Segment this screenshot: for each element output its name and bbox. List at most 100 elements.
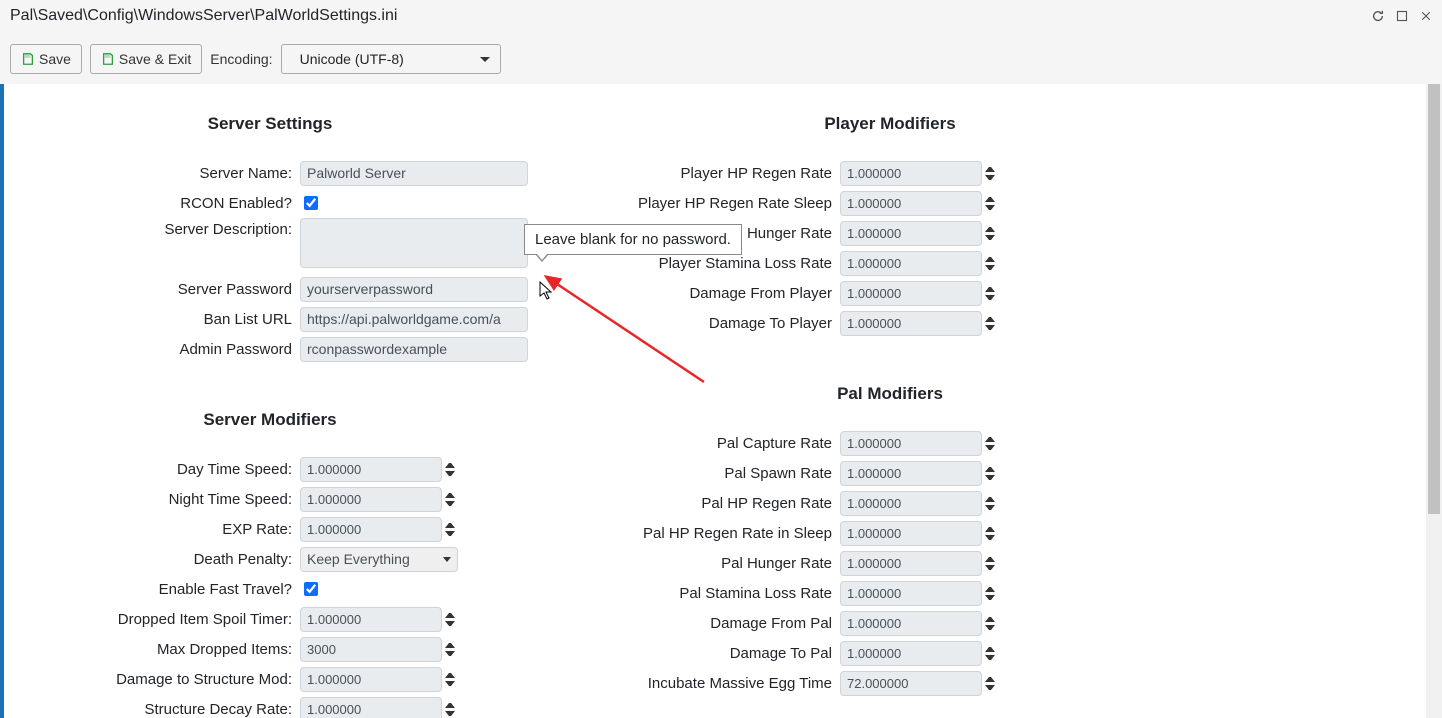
- stepper-down-icon[interactable]: [985, 565, 995, 574]
- stepper-down-icon[interactable]: [985, 685, 995, 694]
- stepper-down-icon[interactable]: [985, 505, 995, 514]
- server-description-label: Server Description:: [0, 218, 300, 238]
- save-button[interactable]: Save: [10, 44, 82, 74]
- pal-stamina-input[interactable]: [840, 581, 982, 606]
- stepper-down-icon[interactable]: [985, 595, 995, 604]
- dropped-spoil-input[interactable]: [300, 607, 442, 632]
- row-max-dropped: Max Dropped Items:: [0, 634, 540, 664]
- pal-hunger-input[interactable]: [840, 551, 982, 576]
- stepper-up-icon[interactable]: [985, 613, 995, 622]
- row-pal-spawn: Pal Spawn Rate: [620, 458, 1160, 488]
- close-icon[interactable]: [1418, 8, 1434, 24]
- stepper-down-icon[interactable]: [985, 475, 995, 484]
- dmg-from-pal-input[interactable]: [840, 611, 982, 636]
- server-description-input[interactable]: [300, 218, 528, 268]
- stepper-up-icon[interactable]: [985, 643, 995, 652]
- player-hp-regen-sleep-input[interactable]: [840, 191, 982, 216]
- stepper-down-icon[interactable]: [985, 205, 995, 214]
- stepper-up-icon[interactable]: [985, 553, 995, 562]
- stepper-down-icon[interactable]: [985, 535, 995, 544]
- stepper-up-icon[interactable]: [445, 699, 455, 708]
- stepper-up-icon[interactable]: [985, 463, 995, 472]
- stepper-up-icon[interactable]: [985, 673, 995, 682]
- stepper-up-icon[interactable]: [985, 433, 995, 442]
- scrollbar-thumb[interactable]: [1428, 84, 1440, 514]
- stepper-down-icon[interactable]: [445, 501, 455, 510]
- row-ban-list: Ban List URL: [0, 304, 540, 334]
- stepper-up-icon[interactable]: [445, 639, 455, 648]
- row-dmg-structure: Damage to Structure Mod:: [0, 664, 540, 694]
- player-modifiers-title: Player Modifiers: [620, 114, 1160, 134]
- tooltip-text: Leave blank for no password.: [535, 231, 731, 248]
- pal-hp-regen-sleep-input[interactable]: [840, 521, 982, 546]
- stepper-down-icon[interactable]: [985, 235, 995, 244]
- stepper-down-icon[interactable]: [445, 681, 455, 690]
- window-controls: [1370, 8, 1434, 24]
- day-time-input[interactable]: [300, 457, 442, 482]
- stepper-up-icon[interactable]: [445, 669, 455, 678]
- server-name-input[interactable]: [300, 161, 528, 186]
- player-hp-regen-input[interactable]: [840, 161, 982, 186]
- stepper-up-icon[interactable]: [445, 609, 455, 618]
- stepper-down-icon[interactable]: [445, 711, 455, 718]
- stepper-down-icon[interactable]: [445, 531, 455, 540]
- stepper-down-icon[interactable]: [985, 655, 995, 664]
- death-penalty-select[interactable]: Keep Everything: [300, 547, 458, 572]
- left-edge-accent: [0, 84, 4, 718]
- dmg-to-pal-input[interactable]: [840, 641, 982, 666]
- pal-hp-regen-input[interactable]: [840, 491, 982, 516]
- stepper-up-icon[interactable]: [985, 583, 995, 592]
- row-player-hp-regen: Player HP Regen Rate: [620, 158, 1160, 188]
- fast-travel-checkbox[interactable]: [304, 582, 318, 596]
- night-time-input[interactable]: [300, 487, 442, 512]
- stepper-down-icon[interactable]: [445, 621, 455, 630]
- maximize-icon[interactable]: [1394, 8, 1410, 24]
- max-dropped-input[interactable]: [300, 637, 442, 662]
- stepper-down-icon[interactable]: [985, 625, 995, 634]
- vertical-scrollbar[interactable]: [1426, 84, 1442, 718]
- encoding-select[interactable]: Unicode (UTF-8): [281, 44, 501, 74]
- dmg-to-player-input[interactable]: [840, 311, 982, 336]
- exp-rate-input[interactable]: [300, 517, 442, 542]
- pal-modifiers-title: Pal Modifiers: [620, 384, 1160, 404]
- incubate-input[interactable]: [840, 671, 982, 696]
- server-password-input[interactable]: [300, 277, 528, 302]
- stepper-up-icon[interactable]: [985, 523, 995, 532]
- stepper-up-icon[interactable]: [985, 193, 995, 202]
- dmg-structure-input[interactable]: [300, 667, 442, 692]
- stepper-down-icon[interactable]: [985, 325, 995, 334]
- pal-spawn-input[interactable]: [840, 461, 982, 486]
- stepper-up-icon[interactable]: [445, 519, 455, 528]
- stepper-up-icon[interactable]: [445, 459, 455, 468]
- dmg-from-player-input[interactable]: [840, 281, 982, 306]
- player-stamina-input[interactable]: [840, 251, 982, 276]
- day-time-label: Day Time Speed:: [0, 461, 300, 478]
- stepper-down-icon[interactable]: [985, 445, 995, 454]
- stepper-up-icon[interactable]: [985, 283, 995, 292]
- row-structure-decay: Structure Decay Rate:: [0, 694, 540, 718]
- stepper-up-icon[interactable]: [445, 489, 455, 498]
- stepper-down-icon[interactable]: [985, 175, 995, 184]
- stepper-down-icon[interactable]: [445, 651, 455, 660]
- stepper-up-icon[interactable]: [985, 253, 995, 262]
- stepper-up-icon[interactable]: [985, 163, 995, 172]
- stepper-up-icon[interactable]: [985, 223, 995, 232]
- pal-capture-input[interactable]: [840, 431, 982, 456]
- player-hunger-input[interactable]: [840, 221, 982, 246]
- save-exit-button[interactable]: Save & Exit: [90, 44, 202, 74]
- toolbar: Save Save & Exit Encoding: Unicode (UTF-…: [6, 38, 1436, 84]
- reload-icon[interactable]: [1370, 8, 1386, 24]
- stepper-up-icon[interactable]: [985, 313, 995, 322]
- stepper-down-icon[interactable]: [985, 265, 995, 274]
- stepper-down-icon[interactable]: [985, 295, 995, 304]
- structure-decay-input[interactable]: [300, 697, 442, 718]
- stepper-down-icon[interactable]: [445, 471, 455, 480]
- row-death-penalty: Death Penalty: Keep Everything: [0, 544, 540, 574]
- admin-password-input[interactable]: [300, 337, 528, 362]
- player-hp-regen-sleep-label: Player HP Regen Rate Sleep: [620, 195, 840, 212]
- stepper-up-icon[interactable]: [985, 493, 995, 502]
- player-stamina-label: Player Stamina Loss Rate: [620, 255, 840, 272]
- row-server-description: Server Description:: [0, 218, 540, 274]
- ban-list-input[interactable]: [300, 307, 528, 332]
- rcon-enabled-checkbox[interactable]: [304, 196, 318, 210]
